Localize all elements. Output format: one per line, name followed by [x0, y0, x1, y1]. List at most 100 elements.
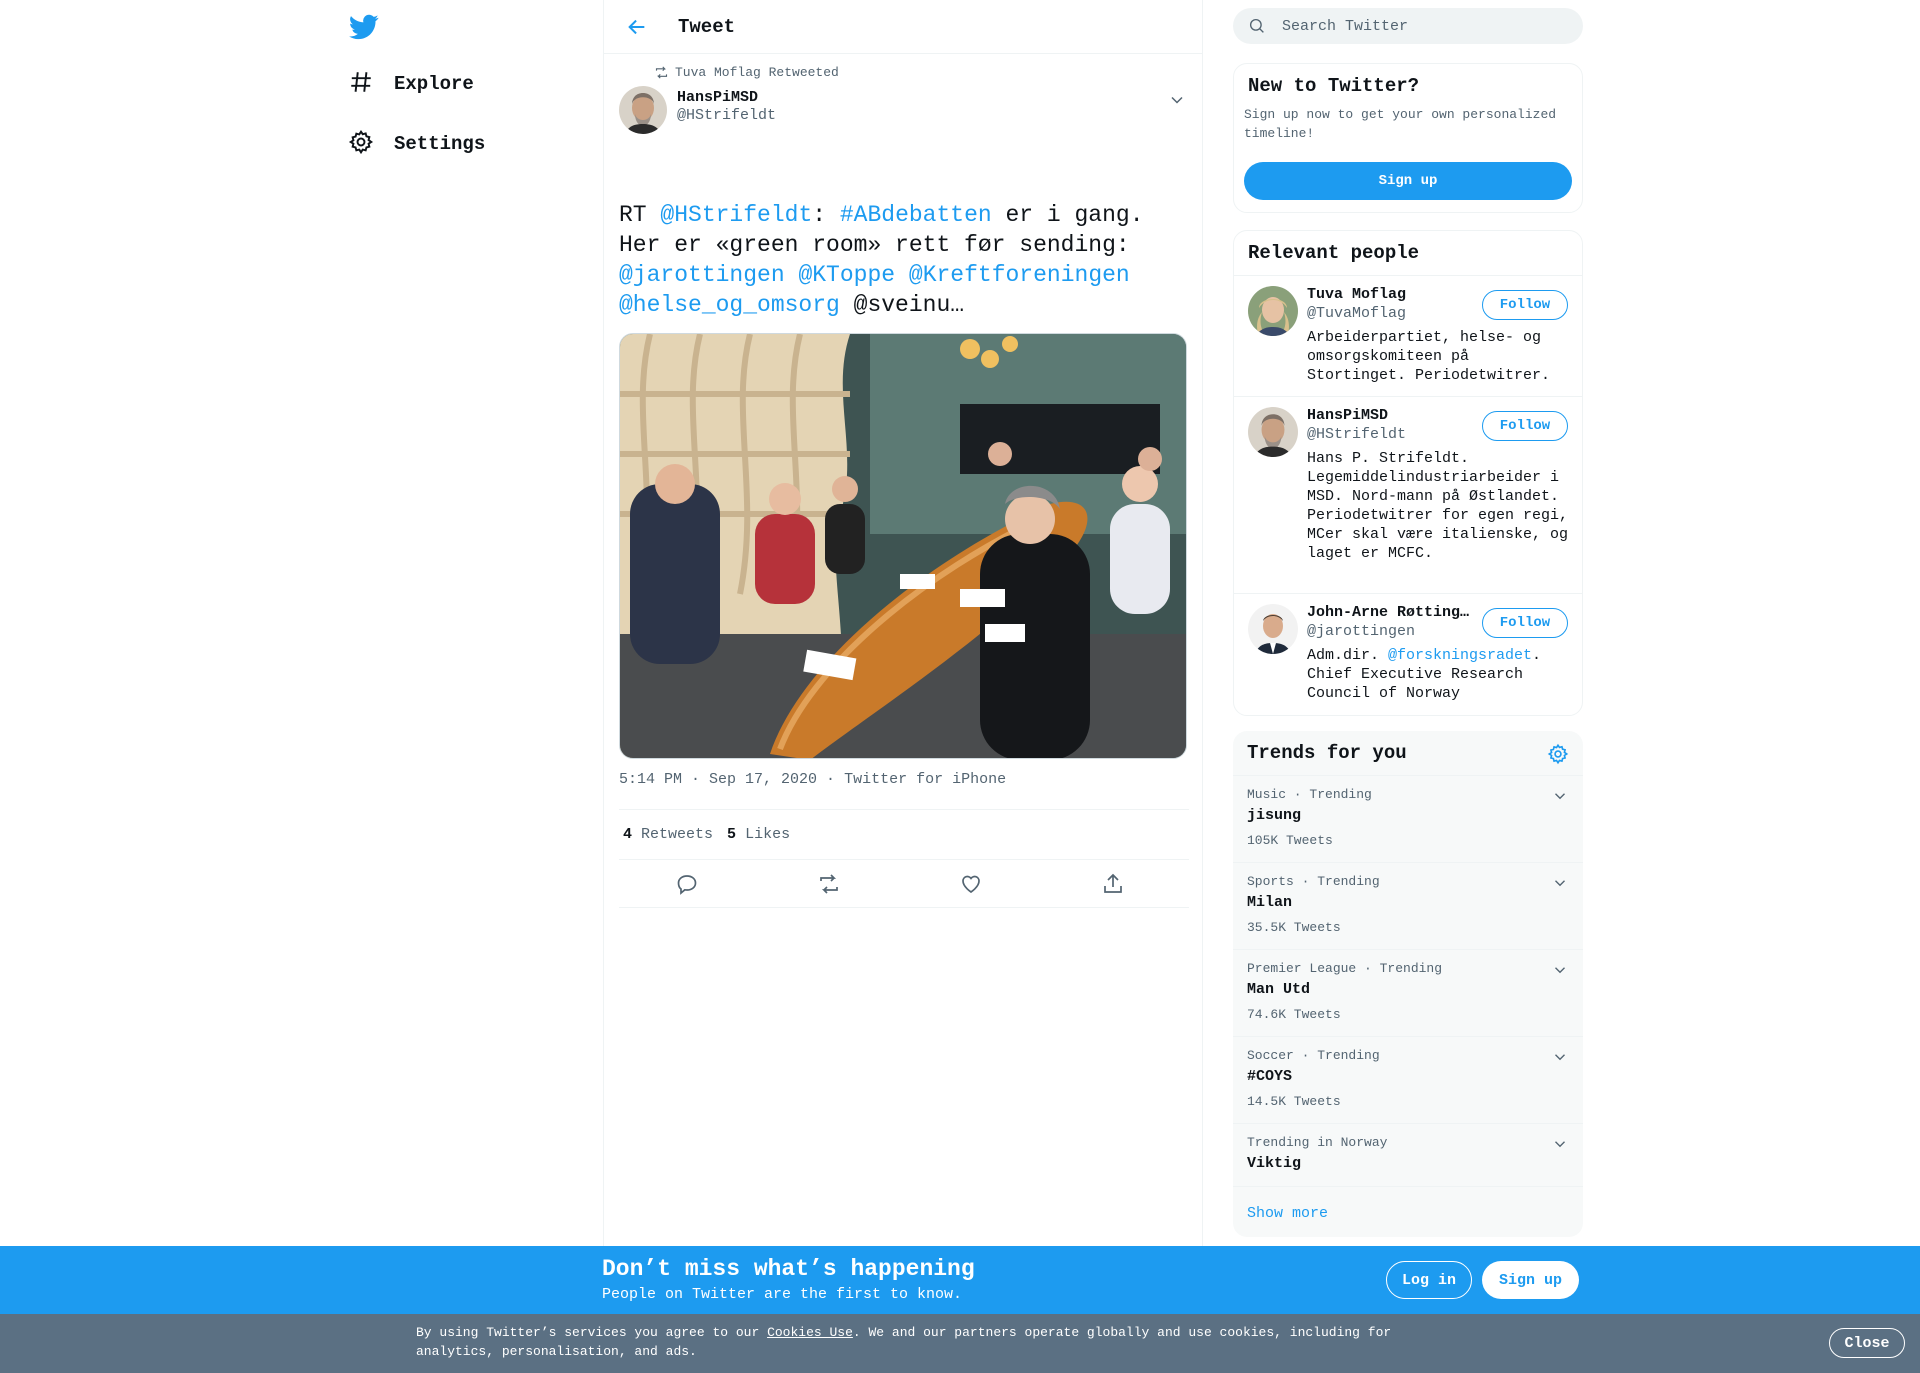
sign-up-button[interactable]: Sign up [1244, 162, 1572, 200]
trend-item[interactable]: Soccer · Trending #COYS 14.5K Tweets [1233, 1037, 1583, 1124]
retweets-count: 4 [623, 826, 633, 843]
banner-subtitle: People on Twitter are the first to know. [602, 1286, 963, 1303]
text-segment: @sveinu… [839, 292, 965, 318]
arrow-left-icon[interactable] [626, 16, 648, 38]
likes-stat[interactable]: 5 Likes [727, 826, 790, 843]
sign-up-button[interactable]: Sign up [1482, 1261, 1579, 1299]
avatar[interactable] [619, 86, 667, 134]
gear-icon [348, 129, 374, 160]
avatar[interactable] [1248, 604, 1298, 654]
log-in-button[interactable]: Log in [1386, 1261, 1472, 1299]
retweet-icon [655, 66, 668, 79]
trend-item[interactable]: Music · Trending jisung 105K Tweets [1233, 776, 1583, 863]
card-title: Relevant people [1248, 242, 1420, 264]
trends-card: Trends for you Music · Trending jisung 1… [1233, 731, 1583, 1237]
cookie-bar: By using Twitter’s services you agree to… [0, 1314, 1920, 1373]
avatar[interactable] [1248, 407, 1298, 457]
person-handle: @HStrifeldt [1307, 426, 1407, 443]
person-bio: Arbeiderpartiet, helse- og omsorgskomite… [1307, 329, 1551, 384]
meta-separator: · [817, 771, 845, 788]
tweet-source[interactable]: Twitter for iPhone [844, 771, 1006, 788]
tweet-author[interactable]: HansPiMSD @HStrifeldt [619, 86, 776, 134]
trend-name: Milan [1247, 894, 1293, 911]
retweeted-by: Tuva Moflag Retweeted [675, 65, 839, 80]
trend-item[interactable]: Premier League · Trending Man Utd 74.6K … [1233, 950, 1583, 1037]
card-title: New to Twitter? [1248, 75, 1420, 97]
author-name: HansPiMSD [677, 89, 759, 106]
mention-link[interactable]: @KToppe [798, 262, 895, 288]
person-handle: @jarottingen [1307, 623, 1416, 640]
mention-link[interactable]: @helse_og_omsorg [619, 292, 840, 318]
hashtag-link[interactable]: #ABdebatten [840, 202, 992, 228]
trend-name: Viktig [1247, 1155, 1302, 1172]
bio-mention-link[interactable]: @forskningsradet [1388, 647, 1532, 664]
tweet-photo[interactable] [619, 333, 1187, 759]
chevron-down-icon[interactable] [1551, 1135, 1569, 1153]
twitter-bird-icon[interactable] [348, 12, 380, 42]
trend-item[interactable]: Trending in Norway Viktig [1233, 1124, 1583, 1187]
chevron-down-icon[interactable] [1551, 787, 1569, 805]
card-title: Trends for you [1247, 742, 1407, 764]
person-handle: @TuvaMoflag [1307, 305, 1407, 322]
heart-icon[interactable] [959, 872, 983, 896]
chevron-down-icon[interactable] [1551, 874, 1569, 892]
show-more-link[interactable]: Show more [1247, 1205, 1328, 1222]
retweet-context[interactable]: Tuva Moflag Retweeted [654, 65, 839, 80]
bio-text: Adm.dir. [1307, 647, 1389, 664]
follow-button[interactable]: Follow [1482, 608, 1568, 638]
text-segment: RT [619, 202, 661, 228]
tweet-timestamp[interactable]: 5:14 PM · Sep 17, 2020 [619, 771, 817, 788]
retweets-label: Retweets [641, 826, 714, 843]
trend-count: 14.5K Tweets [1247, 1094, 1341, 1109]
cookie-text-segment: By using Twitter’s services you agree to… [416, 1325, 768, 1340]
nav-item-explore[interactable]: Explore [348, 64, 474, 104]
mention-link[interactable]: @jarottingen [619, 262, 785, 288]
new-to-twitter-card: New to Twitter? Sign up now to get your … [1233, 63, 1583, 213]
person-name: Tuva Moflag [1307, 286, 1407, 303]
signup-banner: Don’t miss what’s happening People on Tw… [0, 1246, 1920, 1314]
tweet-text: RT @HStrifeldt: #ABdebatten er i gang. H… [619, 200, 1189, 320]
mention-link[interactable]: @HStrifeldt [660, 202, 812, 228]
nav-item-label: Settings [394, 133, 486, 155]
trend-context: Music · Trending [1247, 787, 1372, 802]
person-name: HansPiMSD [1307, 407, 1389, 424]
cookies-use-link[interactable]: Cookies Use [767, 1325, 853, 1340]
follow-button[interactable]: Follow [1482, 290, 1568, 320]
retweet-icon[interactable] [817, 872, 841, 896]
gear-icon[interactable] [1547, 743, 1569, 765]
mention-link[interactable]: @Kreftforeningen [909, 262, 1130, 288]
trend-count: 105K Tweets [1247, 833, 1333, 848]
share-icon[interactable] [1101, 872, 1125, 896]
chevron-down-icon[interactable] [1167, 90, 1187, 110]
search-input[interactable]: Search Twitter [1233, 8, 1583, 44]
follow-button[interactable]: Follow [1482, 411, 1568, 441]
main-column: Tweet Tuva Moflag Retweeted HansPiMSD @H… [603, 0, 1203, 1373]
trend-item[interactable]: Sports · Trending Milan 35.5K Tweets [1233, 863, 1583, 950]
author-handle: @HStrifeldt [677, 107, 777, 124]
trend-count: 35.5K Tweets [1247, 920, 1341, 935]
cookie-text: By using Twitter’s services you agree to… [416, 1323, 1416, 1361]
trend-context: Premier League · Trending [1247, 961, 1443, 976]
retweets-stat[interactable]: 4 Retweets [623, 826, 713, 843]
likes-label: Likes [745, 826, 791, 843]
person-item[interactable]: Tuva Moflag @TuvaMoflag Arbeiderpartiet,… [1234, 276, 1582, 397]
trend-name: Man Utd [1247, 981, 1311, 998]
search-icon [1249, 18, 1264, 33]
search-placeholder: Search Twitter [1282, 17, 1409, 35]
person-item[interactable]: HansPiMSD @HStrifeldt Hans P. Strifeldt.… [1234, 397, 1582, 594]
avatar[interactable] [1248, 286, 1298, 336]
person-item[interactable]: John-Arne Røtting… @jarottingen Adm.dir.… [1234, 594, 1582, 714]
reply-icon[interactable] [675, 872, 699, 896]
nav-item-settings[interactable]: Settings [348, 124, 485, 164]
relevant-people-card: Relevant people Tuva Moflag @TuvaMoflag … [1233, 230, 1583, 716]
card-subtitle: Sign up now to get your own personalized… [1244, 107, 1557, 141]
chevron-down-icon[interactable] [1551, 961, 1569, 979]
chevron-down-icon[interactable] [1551, 1048, 1569, 1066]
text-segment: : [812, 202, 840, 228]
person-name: John-Arne Røtting… [1307, 604, 1470, 621]
trend-context: Sports · Trending [1247, 874, 1380, 889]
nav-item-label: Explore [394, 73, 474, 95]
tweet-actions [619, 860, 1189, 908]
close-button[interactable]: Close [1829, 1328, 1905, 1358]
trend-count: 74.6K Tweets [1247, 1007, 1341, 1022]
